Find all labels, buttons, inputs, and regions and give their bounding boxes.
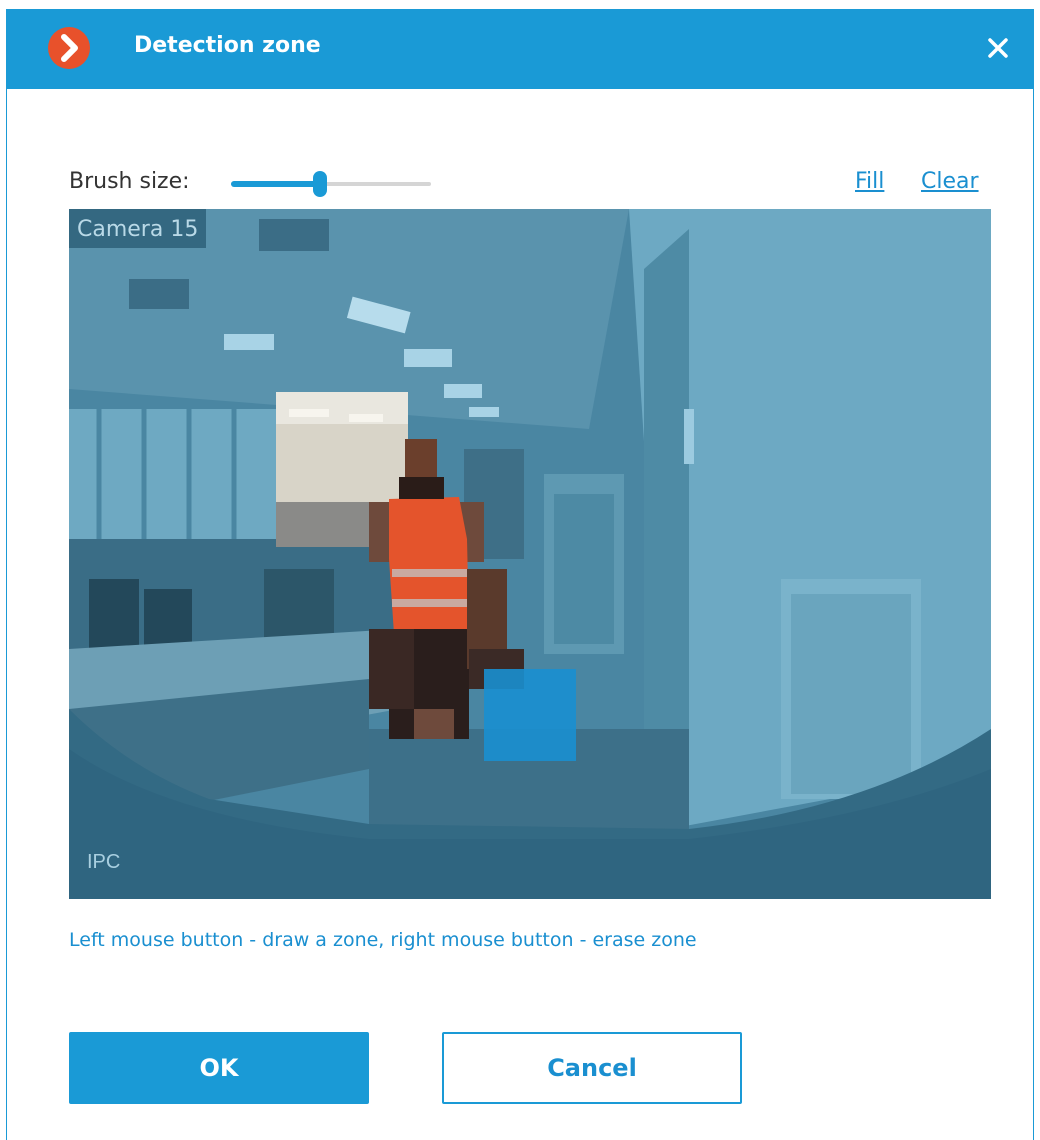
fill-link[interactable]: Fill	[855, 169, 884, 194]
camera-frame	[69, 209, 991, 899]
close-icon[interactable]	[981, 31, 1015, 65]
slider-thumb[interactable]	[313, 171, 327, 197]
chevron-right-icon	[48, 27, 90, 69]
slider-fill	[231, 181, 320, 187]
title-bar: Detection zone	[7, 9, 1033, 89]
camera-name-label: Camera 15	[69, 209, 207, 248]
brush-size-label: Brush size:	[69, 169, 190, 194]
ok-button[interactable]: OK	[69, 1032, 369, 1104]
clear-link[interactable]: Clear	[921, 169, 979, 194]
detection-zone-dialog: Detection zone Brush size: Fill Clear Ca…	[6, 9, 1034, 1140]
camera-video-canvas[interactable]: Camera 15 IPC	[69, 209, 991, 899]
cancel-button[interactable]: Cancel	[442, 1032, 742, 1104]
drawing-hint: Left mouse button - draw a zone, right m…	[69, 929, 697, 951]
brush-size-slider[interactable]	[231, 171, 431, 197]
dialog-title: Detection zone	[134, 33, 321, 58]
ipc-watermark: IPC	[87, 851, 121, 873]
